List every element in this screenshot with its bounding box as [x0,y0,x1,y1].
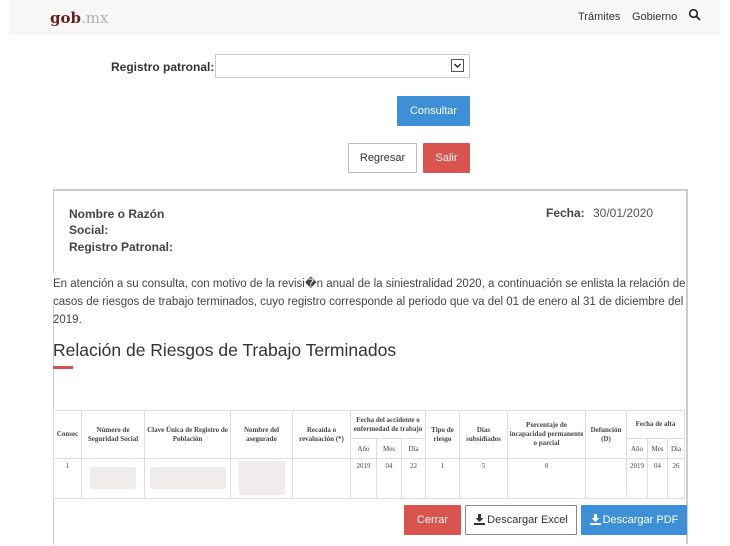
search-icon[interactable] [688,8,702,22]
cell-consec: 1 [53,458,82,499]
descargar-pdf-label: Descargar PDF [602,514,679,526]
cell-defuncion [585,458,627,499]
descargar-pdf-button[interactable]: Descargar PDF [581,505,687,535]
riesgos-table: Consec Número de Seguridad Social Clave … [53,410,685,499]
cell-dias: 5 [459,458,508,499]
th-fecha-accidente: Fecha del accidente o enfermedad de trab… [350,410,426,439]
th-recaida: Recaída o revaluación (*) [292,410,351,459]
panel-border-left [53,189,54,273]
cerrar-button[interactable]: Cerrar [404,505,461,535]
th-tipo: Tipo de riesgo [425,410,460,459]
registro-patronal-result-label: Registro Patronal: [69,240,174,254]
registro-patronal-label: Registro patronal: [111,60,215,74]
th-consec: Consec [53,410,82,459]
download-icon [589,514,601,525]
download-icon [474,514,486,525]
cell-alta-dia: 26 [667,458,685,499]
cell-acc-anio: 2019 [350,458,377,499]
registro-patronal-select[interactable] [215,54,470,78]
th-acc-mes: Mes [376,438,402,459]
th-nss: Número de Seguridad Social [81,410,145,459]
gob-mx-logo[interactable]: gob.mx [50,9,108,27]
cell-tipo: 1 [425,458,460,499]
th-dias: Días subsidiados [459,410,508,459]
cell-porcentaje: 0 [507,458,586,499]
descargar-excel-label: Descargar Excel [487,514,568,526]
footer-divider [53,498,688,499]
cell-nss [81,458,145,499]
th-alta-mes: Mes [647,438,668,459]
consulta-paragraph: En atención a su consulta, con motivo de… [53,278,686,326]
th-porcentaje: Porcentaje de incapacidad permanente o p… [507,410,586,459]
cell-nombre [230,458,293,499]
cell-recaida [292,458,351,499]
nav-link-gobierno[interactable]: Gobierno [632,11,677,23]
fecha-value: 30/01/2020 [593,206,654,220]
top-navbar: gob.mx Trámites Gobierno [10,0,720,34]
cell-alta-mes: 04 [647,458,668,499]
th-nombre: Nombre del asegurado [230,410,293,459]
regresar-button[interactable]: Regresar [348,143,417,173]
th-alta-anio: Año [626,438,648,459]
nav-link-tramites[interactable]: Trámites [578,11,620,23]
th-alta-dia: Día [667,438,685,459]
th-acc-anio: Año [350,438,377,459]
section-title: Relación de Riesgos de Trabajo Terminado… [53,340,397,360]
consultar-button[interactable]: Consultar [397,96,470,126]
salir-button[interactable]: Salir [423,143,470,173]
nombre-razon-social-label: Nombre o Razón Social: [69,207,165,237]
fecha-label: Fecha: [546,206,585,220]
cell-acc-dia: 22 [401,458,426,499]
cell-alta-anio: 2019 [626,458,648,499]
title-underline [53,366,73,369]
redacted-curp [149,466,226,489]
th-curp: Clave Única de Registro de Población [144,410,231,459]
redacted-nss [90,466,136,489]
th-defuncion: Defunción (D) [585,410,627,459]
th-fecha-alta: Fecha de alta [626,410,685,439]
th-acc-dia: Día [401,438,426,459]
table-row: 1 2019 04 22 1 5 0 2019 04 26 [53,458,685,499]
chevron-down-icon[interactable] [451,59,464,72]
descargar-excel-button[interactable]: Descargar Excel [465,505,577,535]
cell-curp [144,458,231,499]
redacted-nombre [238,460,285,495]
cell-acc-mes: 04 [376,458,402,499]
